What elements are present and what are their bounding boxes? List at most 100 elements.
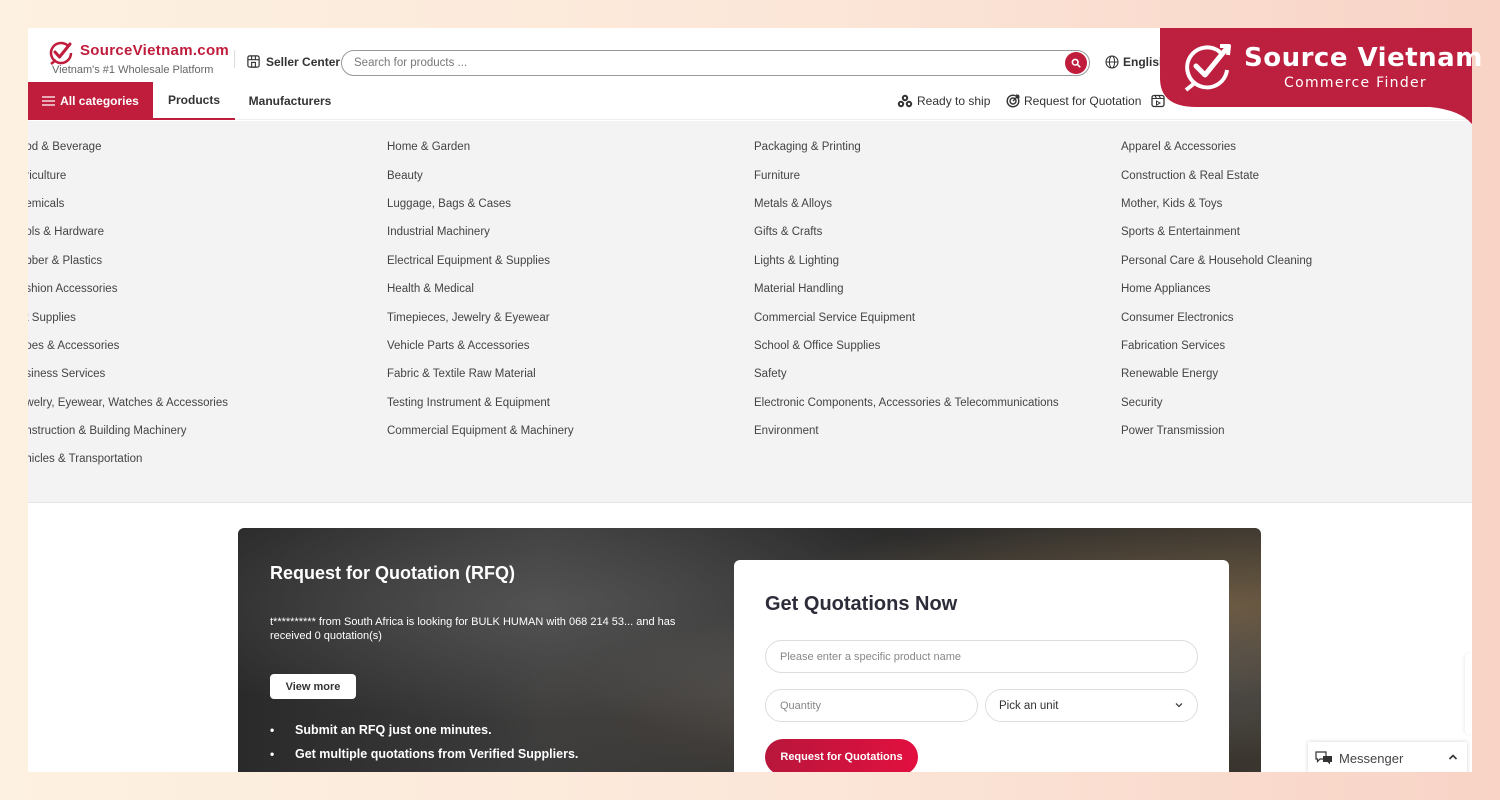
category-link[interactable]: ehicles & Transportation: [28, 445, 228, 473]
language-selector[interactable]: English: [1105, 55, 1166, 69]
request-for-quotation-label: Request for Quotation: [1024, 94, 1142, 108]
hamburger-icon: [42, 96, 56, 106]
bullet-icon: •: [270, 723, 275, 737]
rfq-benefit-text: Get multiple quotations from Verified Su…: [295, 747, 579, 761]
category-link[interactable]: Lights & Lighting: [754, 247, 1059, 275]
category-link[interactable]: Security: [1121, 389, 1312, 417]
category-link[interactable]: Safety: [754, 360, 1059, 388]
quote-form-title: Get Quotations Now: [765, 593, 958, 615]
category-link[interactable]: Commercial Service Equipment: [754, 303, 1059, 331]
category-column-3: Packaging & Printing Furniture Metals & Al…: [754, 133, 1059, 445]
category-link[interactable]: Testing Instrument & Equipment: [387, 389, 574, 417]
ready-to-ship-link[interactable]: Ready to ship: [897, 82, 990, 120]
checkmark-logo-icon: [49, 41, 73, 65]
category-link[interactable]: Luggage, Bags & Cases: [387, 190, 574, 218]
category-link[interactable]: Packaging & Printing: [754, 133, 1059, 161]
rfq-benefits-list: • Submit an RFQ just one minutes. • Get mu…: [270, 718, 578, 766]
category-link[interactable]: Home & Garden: [387, 133, 574, 161]
category-link[interactable]: Metals & Alloys: [754, 190, 1059, 218]
category-link[interactable]: usiness Services: [28, 360, 228, 388]
tab-products[interactable]: Products: [153, 82, 235, 120]
source-vietnam-brand-badge: Source Vietnam Commerce Finder: [1160, 28, 1482, 124]
category-link[interactable]: Commercial Equipment & Machinery: [387, 417, 574, 445]
globe-icon: [1105, 55, 1119, 69]
category-link[interactable]: Furniture: [754, 161, 1059, 189]
category-link[interactable]: hoes & Accessories: [28, 332, 228, 360]
category-link[interactable]: Apparel & Accessories: [1121, 133, 1312, 161]
side-widget-tab[interactable]: [1465, 654, 1472, 734]
site-logo[interactable]: SourceVietnam.com Vietnam's #1 Wholesale…: [48, 38, 248, 78]
view-more-button[interactable]: View more: [270, 674, 356, 699]
store-icon: [247, 55, 260, 68]
ready-to-ship-label: Ready to ship: [917, 94, 991, 108]
category-link[interactable]: Health & Medical: [387, 275, 574, 303]
category-link[interactable]: Renewable Energy: [1121, 360, 1312, 388]
chat-bubbles-icon: [1315, 751, 1332, 765]
category-link[interactable]: Timepieces, Jewelry & Eyewear: [387, 303, 574, 331]
unit-select-value: Pick an unit: [999, 699, 1059, 712]
category-link[interactable]: Electronic Components, Accessories & Tel…: [754, 389, 1059, 417]
category-link[interactable]: ubber & Plastics: [28, 247, 228, 275]
chevron-up-icon: [1448, 754, 1458, 760]
category-link[interactable]: onstruction & Building Machinery: [28, 417, 228, 445]
get-quotations-form: Get Quotations Now Pick an unit Request …: [734, 560, 1229, 772]
category-link[interactable]: ools & Hardware: [28, 218, 228, 246]
brand-title: Source Vietnam: [1244, 43, 1483, 73]
request-for-quotation-link[interactable]: Request for Quotation: [1006, 82, 1141, 120]
search-bar: [341, 50, 1090, 76]
seller-center-label: Seller Center: [266, 54, 341, 69]
category-link[interactable]: Consumer Electronics: [1121, 303, 1312, 331]
messenger-widget[interactable]: Messenger: [1308, 742, 1467, 772]
category-link[interactable]: griculture: [28, 161, 228, 189]
checkmark-logo-icon: [1184, 44, 1231, 92]
category-link[interactable]: Mother, Kids & Toys: [1121, 190, 1312, 218]
quantity-input[interactable]: [765, 689, 978, 722]
seller-center-link[interactable]: Seller Center: [246, 54, 340, 69]
category-link[interactable]: hemicals: [28, 190, 228, 218]
category-link[interactable]: Personal Care & Household Cleaning: [1121, 247, 1312, 275]
category-link[interactable]: Beauty: [387, 161, 574, 189]
search-icon: [1071, 58, 1081, 68]
unit-select[interactable]: Pick an unit: [985, 689, 1198, 722]
logo-title: SourceVietnam.com: [80, 42, 230, 59]
product-name-input[interactable]: [765, 640, 1198, 673]
category-link[interactable]: Fabrication Services: [1121, 332, 1312, 360]
category-link[interactable]: Gifts & Crafts: [754, 218, 1059, 246]
category-link[interactable]: Vehicle Parts & Accessories: [387, 332, 574, 360]
search-button[interactable]: [1065, 52, 1087, 74]
search-input[interactable]: [342, 51, 1042, 75]
category-link[interactable]: School & Office Supplies: [754, 332, 1059, 360]
messenger-label: Messenger: [1339, 750, 1404, 766]
all-categories-label: All categories: [60, 94, 139, 108]
rfq-benefit-item: • Get multiple quotations from Verified S…: [270, 742, 578, 766]
boxes-icon: [897, 94, 913, 108]
category-link[interactable]: Construction & Real Estate: [1121, 161, 1312, 189]
category-link[interactable]: et Supplies: [28, 303, 228, 331]
brand-subtitle: Commerce Finder: [1284, 75, 1427, 91]
logo-tagline: Vietnam's #1 Wholesale Platform: [52, 64, 214, 76]
request-for-quotations-button[interactable]: Request for Quotations: [765, 739, 918, 772]
category-link[interactable]: Sports & Entertainment: [1121, 218, 1312, 246]
category-link[interactable]: ewelry, Eyewear, Watches & Accessories: [28, 389, 228, 417]
category-link[interactable]: Home Appliances: [1121, 275, 1312, 303]
header-divider: [234, 50, 235, 68]
category-link[interactable]: Power Transmission: [1121, 417, 1312, 445]
category-link[interactable]: Industrial Machinery: [387, 218, 574, 246]
rfq-title: Request for Quotation (RFQ): [270, 563, 515, 583]
category-link[interactable]: ood & Beverage: [28, 133, 228, 161]
target-icon: [1006, 94, 1020, 108]
category-link[interactable]: ashion Accessories: [28, 275, 228, 303]
bullet-icon: •: [270, 747, 275, 761]
all-categories-button[interactable]: All categories: [28, 82, 153, 120]
category-column-1: ood & Beveragegriculturehemicalsools & H…: [28, 133, 228, 474]
category-column-2: Home & Garden Beauty Luggage, Bags & Cases…: [387, 133, 574, 445]
category-link[interactable]: Environment: [754, 417, 1059, 445]
category-link[interactable]: Fabric & Textile Raw Material: [387, 360, 574, 388]
chevron-down-icon: [1175, 703, 1183, 708]
tab-manufacturers[interactable]: Manufacturers: [235, 82, 345, 120]
category-link[interactable]: Material Handling: [754, 275, 1059, 303]
rfq-benefit-item: • Submit an RFQ just one minutes.: [270, 718, 578, 742]
browser-page: SourceVietnam.com Vietnam's #1 Wholesale…: [28, 28, 1472, 772]
rfq-benefit-text: Submit an RFQ just one minutes.: [295, 723, 492, 737]
category-link[interactable]: Electrical Equipment & Supplies: [387, 247, 574, 275]
